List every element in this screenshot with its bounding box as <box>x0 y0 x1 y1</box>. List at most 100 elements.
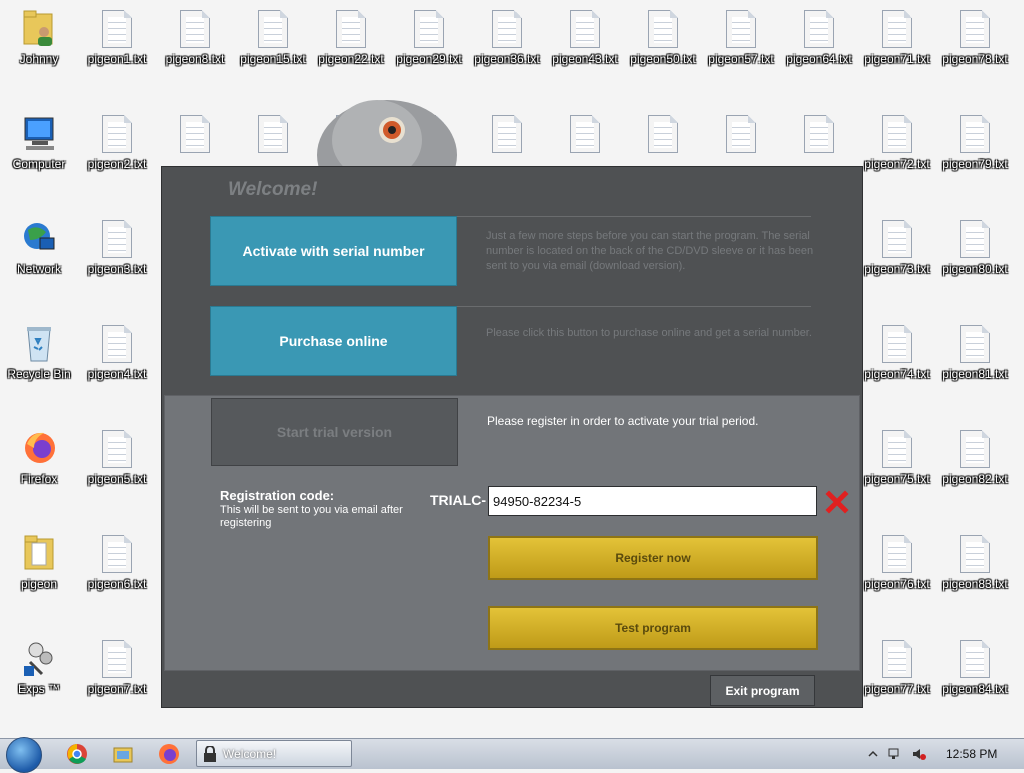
text-file-icon <box>882 10 912 48</box>
pigeon-wallpaper-image <box>317 100 457 175</box>
text-file-icon <box>336 10 366 48</box>
text-file-icon <box>960 535 990 573</box>
desktop-file[interactable]: pigeon36.txt <box>468 10 546 66</box>
taskbar-welcome-task[interactable]: Welcome! <box>196 740 352 767</box>
test-program-button[interactable]: Test program <box>488 606 818 650</box>
desktop-file[interactable]: pigeon2.txt <box>78 115 156 171</box>
desktop-file[interactable]: pigeon72.txt <box>858 115 936 171</box>
text-file-icon <box>648 10 678 48</box>
desktop-icon-pigeon-folder[interactable]: pigeon <box>0 533 78 591</box>
registration-code-hint: This will be sent to you via email after… <box>220 504 403 529</box>
folder-icon <box>22 533 56 573</box>
firefox-taskbar-icon[interactable] <box>158 743 180 765</box>
text-file-icon <box>102 115 132 153</box>
text-file-icon <box>726 10 756 48</box>
welcome-dialog: Welcome! Activate with serial number Jus… <box>161 166 863 708</box>
desktop-icon-recycle-bin[interactable]: Recycle Bin <box>0 323 78 381</box>
desktop-file[interactable]: pigeon73.txt <box>858 220 936 276</box>
desktop-file[interactable]: pigeon50.txt <box>624 10 702 66</box>
desktop-icon-computer[interactable]: Computer <box>0 113 78 171</box>
dialog-title: Welcome! <box>228 179 318 200</box>
text-file-icon <box>960 640 990 678</box>
taskbar: Welcome! 12:58 PM <box>0 737 1024 773</box>
trial-message: Please register in order to activate you… <box>487 414 759 428</box>
code-prefix: TRIALC- <box>430 492 486 508</box>
desktop-file-partial <box>780 115 858 157</box>
text-file-icon <box>180 115 210 153</box>
network-tray-icon[interactable] <box>888 747 902 761</box>
register-now-button[interactable]: Register now <box>488 536 818 580</box>
desktop-file[interactable]: pigeon78.txt <box>936 10 1014 66</box>
desktop-file[interactable]: pigeon3.txt <box>78 220 156 276</box>
text-file-icon <box>258 10 288 48</box>
activate-serial-button[interactable]: Activate with serial number <box>210 216 457 286</box>
desktop-file[interactable]: pigeon74.txt <box>858 325 936 381</box>
desktop-file[interactable]: pigeon57.txt <box>702 10 780 66</box>
desktop-file[interactable]: pigeon83.txt <box>936 535 1014 591</box>
taskbar-task-label: Welcome! <box>223 746 277 761</box>
show-hidden-icons-icon[interactable] <box>866 747 880 761</box>
desktop-file[interactable]: pigeon81.txt <box>936 325 1014 381</box>
text-file-icon <box>882 220 912 258</box>
text-file-icon <box>180 10 210 48</box>
text-file-icon <box>102 220 132 258</box>
desktop-file[interactable]: pigeon75.txt <box>858 430 936 486</box>
chrome-icon[interactable] <box>66 743 88 765</box>
desktop-file[interactable]: pigeon15.txt <box>234 10 312 66</box>
desktop-icon-johnny[interactable]: Johnny <box>0 8 78 66</box>
purchase-description: Please click this button to purchase onl… <box>486 327 812 339</box>
desktop-file-partial <box>624 115 702 157</box>
desktop-file[interactable]: pigeon6.txt <box>78 535 156 591</box>
lock-icon <box>204 746 216 762</box>
desktop-file[interactable]: pigeon80.txt <box>936 220 1014 276</box>
desktop-file[interactable]: pigeon22.txt <box>312 10 390 66</box>
desktop-file[interactable]: pigeon84.txt <box>936 640 1014 696</box>
firefox-icon <box>22 428 56 468</box>
text-file-icon <box>882 535 912 573</box>
network-icon <box>22 218 56 258</box>
desktop-icon-firefox[interactable]: Firefox <box>0 428 78 486</box>
text-file-icon <box>804 115 834 153</box>
desktop-file-partial <box>702 115 780 157</box>
desktop-file-partial <box>156 115 234 157</box>
text-file-icon <box>960 115 990 153</box>
text-file-icon <box>960 10 990 48</box>
trial-panel: Start trial version Please register in o… <box>164 395 860 671</box>
desktop-file[interactable]: pigeon64.txt <box>780 10 858 66</box>
desktop-file[interactable]: pigeon4.txt <box>78 325 156 381</box>
text-file-icon <box>960 430 990 468</box>
text-file-icon <box>882 430 912 468</box>
desktop-file[interactable]: pigeon7.txt <box>78 640 156 696</box>
start-trial-button[interactable]: Start trial version <box>211 398 458 466</box>
desktop-file[interactable]: pigeon43.txt <box>546 10 624 66</box>
desktop-file[interactable]: pigeon71.txt <box>858 10 936 66</box>
desktop-file[interactable]: pigeon77.txt <box>858 640 936 696</box>
text-file-icon <box>570 10 600 48</box>
text-file-icon <box>960 220 990 258</box>
desktop-icon-exps[interactable]: Exps ™ <box>0 638 78 696</box>
text-file-icon <box>102 640 132 678</box>
exit-program-button[interactable]: Exit program <box>710 675 815 706</box>
clock[interactable]: 12:58 PM <box>946 747 997 761</box>
registration-code-input[interactable] <box>488 486 817 516</box>
exps-app-icon <box>22 638 56 678</box>
desktop-file[interactable]: pigeon29.txt <box>390 10 468 66</box>
file-explorer-icon[interactable] <box>112 743 134 765</box>
text-file-icon <box>414 10 444 48</box>
text-file-icon <box>648 115 678 153</box>
clear-code-icon[interactable] <box>825 490 849 514</box>
desktop-file[interactable]: pigeon5.txt <box>78 430 156 486</box>
desktop-file[interactable]: pigeon79.txt <box>936 115 1014 171</box>
desktop-file[interactable]: pigeon8.txt <box>156 10 234 66</box>
purchase-online-button[interactable]: Purchase online <box>210 306 457 376</box>
desktop-file[interactable]: pigeon82.txt <box>936 430 1014 486</box>
text-file-icon <box>882 640 912 678</box>
text-file-icon <box>102 10 132 48</box>
desktop-file[interactable]: pigeon76.txt <box>858 535 936 591</box>
text-file-icon <box>570 115 600 153</box>
desktop-file[interactable]: pigeon1.txt <box>78 10 156 66</box>
computer-icon <box>22 113 56 153</box>
activate-description: Just a few more steps before you can sta… <box>486 230 814 272</box>
volume-muted-icon[interactable] <box>912 747 926 761</box>
desktop-icon-network[interactable]: Network <box>0 218 78 276</box>
